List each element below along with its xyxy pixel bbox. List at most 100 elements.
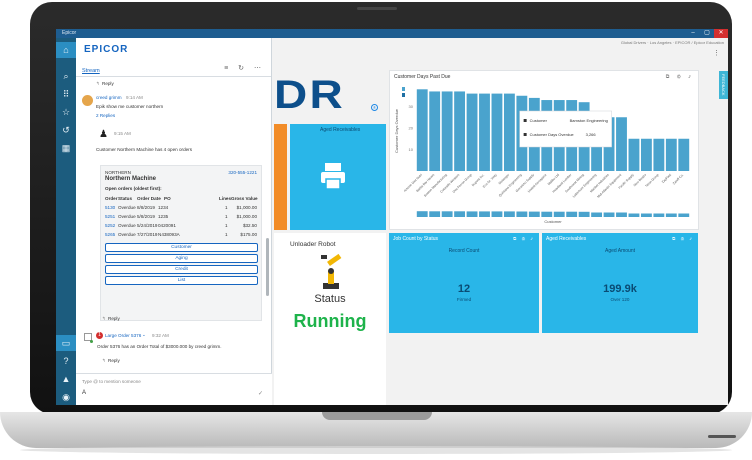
order-value: $1,000.00 xyxy=(236,205,257,210)
tooltip-days-value: 3,266 xyxy=(586,132,597,137)
close-button[interactable]: ✕ xyxy=(714,29,728,38)
tooltip-marker xyxy=(523,119,527,122)
order-po: 1234 xyxy=(158,205,169,210)
tile-subtitle: Firmed xyxy=(456,297,472,302)
dashboard-icon[interactable]: ▦ xyxy=(56,140,76,156)
tile-title: Unloader Robot xyxy=(290,241,336,248)
overview-bar xyxy=(503,211,515,217)
text-format-icon[interactable]: A xyxy=(82,390,86,396)
tile-title: Job Count by Status xyxy=(393,236,439,242)
overview-bar xyxy=(479,211,490,217)
chat-icon[interactable]: ▭ xyxy=(56,335,76,351)
order-value: $1,000.00 xyxy=(236,214,257,219)
chart-bar xyxy=(628,138,640,171)
panel-toolbar-icons[interactable]: ≡ ↻ ⋯ xyxy=(224,64,265,72)
tile-toolbar-icons[interactable]: ⧉ ⚙ ⤴ xyxy=(672,236,694,241)
customer-button[interactable]: Customer xyxy=(105,243,258,252)
chart-bar xyxy=(441,91,453,171)
post-author[interactable]: creed grimm xyxy=(96,95,122,100)
notifications-icon[interactable]: ▲ xyxy=(56,371,76,387)
replies-link[interactable]: 2 Replies xyxy=(96,113,115,118)
post-time: 9:15 AM xyxy=(114,131,131,136)
status-value: Running xyxy=(293,311,367,331)
search-icon[interactable]: ⌕ xyxy=(56,68,76,84)
stream-panel: EPICOR ≡ ↻ ⋯ Stream ↰ Reply creed grimm … xyxy=(76,38,272,405)
robot-tile[interactable]: Unloader Robot Status Running xyxy=(274,233,386,405)
order-status: Overdue xyxy=(118,205,136,210)
customer-phone[interactable]: 320-555-1221 xyxy=(228,170,257,175)
feedback-tab[interactable]: FEEDBACK xyxy=(719,71,728,99)
order-status: Overdue xyxy=(118,223,136,228)
overview-bar xyxy=(578,211,590,217)
status-label: Status xyxy=(314,293,346,305)
order-lines: 1 xyxy=(225,214,228,219)
overview-bar xyxy=(616,212,627,217)
home-icon[interactable]: ⌂ xyxy=(56,42,76,58)
more-icon[interactable]: ⋮ xyxy=(713,49,720,57)
status-dot xyxy=(90,340,93,343)
laptop-mockup: Epicor – ▢ ✕ ⌂ ⌕ ⠿ ☆ ↺ ▦ ▭ ? ▲ ◉ EPICOR … xyxy=(0,0,752,460)
tooltip-marker xyxy=(523,133,527,136)
maximize-button[interactable]: ▢ xyxy=(700,29,714,38)
epicor-logo: EPICOR xyxy=(84,44,129,55)
job-count-tile[interactable]: Job Count by Status ⧉ ⚙ ⤴ Record Count 1… xyxy=(389,233,539,333)
list-button[interactable]: List xyxy=(105,276,258,285)
customer-days-chart[interactable]: Customer Days Past Due ⧉ ⚙ ⤴ Customer Da… xyxy=(389,70,699,230)
tile-title: Aged Receivables xyxy=(546,236,587,242)
order-link[interactable]: 5130 xyxy=(105,205,115,210)
col-order-date: Order Date xyxy=(137,196,161,201)
chart-bar xyxy=(640,138,652,171)
notification-title[interactable]: Large Order 5376 xyxy=(105,333,141,338)
bot-avatar-icon: ♟ xyxy=(99,129,108,140)
robot-arm-icon xyxy=(321,253,342,289)
post-time: 9:14 AM xyxy=(126,95,143,100)
star-icon[interactable]: ☆ xyxy=(56,104,76,120)
avatar xyxy=(82,95,93,106)
help-icon[interactable]: ? xyxy=(56,353,76,369)
laptop-camera xyxy=(357,7,397,10)
legend-marker xyxy=(402,87,405,91)
order-po: 1235 xyxy=(158,214,169,219)
order-link[interactable]: 5251 xyxy=(105,214,115,219)
apps-icon[interactable]: ⠿ xyxy=(56,86,76,102)
overview-bar xyxy=(528,211,540,217)
compose-area[interactable]: Type @ to mention someone A ✓ xyxy=(76,373,272,405)
aged-amount-tile[interactable]: Aged Receivables ⧉ ⚙ ⤴ Aged Amount 199.9… xyxy=(542,233,698,333)
order-lines: 1 xyxy=(225,223,228,228)
user-icon[interactable]: ◉ xyxy=(56,389,76,405)
post-text: Customer Northern Machine has 4 open ord… xyxy=(96,147,193,152)
tab-stream[interactable]: Stream xyxy=(82,68,100,74)
compose-input[interactable]: Type @ to mention someone xyxy=(82,379,141,384)
history-icon[interactable]: ↺ xyxy=(56,122,76,138)
reply-link[interactable]: Reply xyxy=(102,81,114,86)
chart-bar xyxy=(503,93,515,171)
overview-bar xyxy=(466,211,478,217)
tile-title: Aged Receivables xyxy=(320,127,361,133)
overview-bar xyxy=(516,211,528,217)
order-date: 7/27/2019 xyxy=(137,232,158,237)
reply-icon[interactable]: ↰ xyxy=(96,81,100,87)
order-link[interactable]: 5252 xyxy=(105,223,115,228)
chart-bar xyxy=(665,138,677,171)
chevron-down-icon[interactable]: ⌄ xyxy=(142,332,146,338)
minimize-button[interactable]: – xyxy=(686,29,700,38)
reply-icon[interactable]: ↰ xyxy=(102,316,106,322)
credit-button[interactable]: Credit xyxy=(105,265,258,274)
printer-icon xyxy=(321,163,345,190)
reply-link[interactable]: Reply xyxy=(108,358,120,363)
tooltip-customer-value: Bamston Engineering xyxy=(570,118,608,123)
overview-bar xyxy=(416,211,428,217)
tile-toolbar-icons[interactable]: ⧉ ⚙ ⤴ xyxy=(513,236,535,241)
legend-marker xyxy=(402,93,405,97)
panel-scrollbar[interactable] xyxy=(266,238,269,296)
reply-icon[interactable]: ↰ xyxy=(102,358,106,364)
tooltip-customer-label: Customer xyxy=(530,118,548,123)
aging-button[interactable]: Aging xyxy=(105,254,258,263)
reply-link[interactable]: Reply xyxy=(108,316,120,321)
overview-bar xyxy=(678,213,690,217)
y-tick-label: 20 xyxy=(409,126,414,131)
overview-bar xyxy=(640,213,652,217)
send-icon[interactable]: ✓ xyxy=(258,390,263,397)
order-lines: 1 xyxy=(225,205,228,210)
order-link[interactable]: 5265 xyxy=(105,232,115,237)
